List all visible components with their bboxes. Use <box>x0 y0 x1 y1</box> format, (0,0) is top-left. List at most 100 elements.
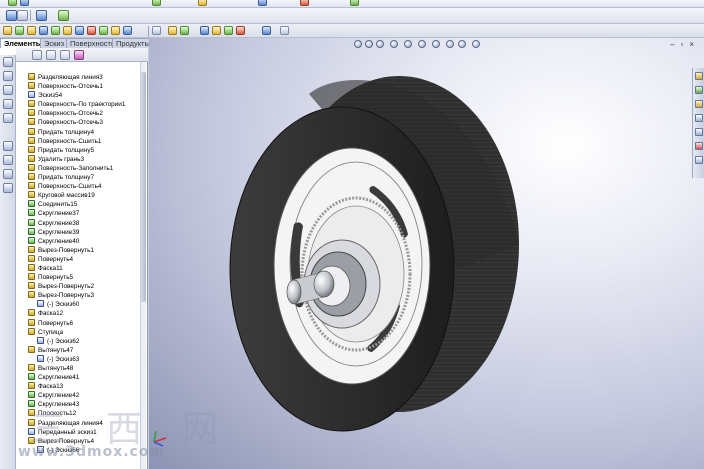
edit-appearance-icon[interactable] <box>446 40 454 48</box>
split-icon[interactable] <box>212 26 221 35</box>
display-style-icon[interactable] <box>418 40 426 48</box>
intersect-icon[interactable] <box>262 26 271 35</box>
tree-item[interactable]: Фаска13 <box>28 382 140 391</box>
curves-icon[interactable] <box>180 26 189 35</box>
design-library-icon[interactable] <box>695 86 703 94</box>
rectangle-icon[interactable] <box>3 85 13 95</box>
options-icon[interactable] <box>198 0 207 6</box>
tree-item[interactable]: Скругление37 <box>28 209 140 218</box>
zoom-to-fit-icon[interactable] <box>354 40 362 48</box>
tree-item[interactable]: Поверхность-Сшить1 <box>28 136 140 146</box>
hide-show-icon[interactable] <box>432 40 440 48</box>
rebuild-icon[interactable] <box>152 0 161 6</box>
loft-icon[interactable] <box>39 26 48 35</box>
tree-item[interactable]: +Повернуть6 <box>28 318 140 328</box>
display-icon[interactable] <box>58 10 69 21</box>
feature-tree-icon[interactable] <box>32 50 42 60</box>
draft-icon[interactable] <box>99 26 108 35</box>
view-orientation-icon[interactable] <box>404 40 412 48</box>
scrollbar-thumb[interactable] <box>141 72 146 302</box>
new-icon[interactable] <box>8 0 17 6</box>
spline-icon[interactable] <box>3 141 13 151</box>
tree-item[interactable]: (-) Эскиз60 <box>28 300 140 309</box>
custom-properties-icon[interactable] <box>695 156 703 164</box>
mirror-entities-icon[interactable] <box>3 183 13 193</box>
revolve-icon[interactable] <box>15 26 24 35</box>
tree-item[interactable]: Поверхность-Отсечь2 <box>28 109 140 118</box>
help-icon[interactable] <box>300 0 309 6</box>
tree-item[interactable]: Фаска12 <box>28 309 140 318</box>
tree-item[interactable]: Скругление39 <box>28 227 140 237</box>
tab-sketch[interactable]: Эскиз <box>40 38 69 48</box>
property-manager-icon[interactable] <box>46 50 56 60</box>
tree-item[interactable]: Круговой массив19 <box>28 191 140 200</box>
rib-icon[interactable] <box>87 26 96 35</box>
arc-icon[interactable] <box>3 113 13 123</box>
tree-item[interactable]: +Ступица <box>28 327 140 337</box>
line-icon[interactable] <box>3 71 13 81</box>
pattern-icon[interactable] <box>152 26 161 35</box>
section-icon[interactable] <box>280 26 289 35</box>
tree-item[interactable]: +Вытянуть47 <box>28 345 140 355</box>
tree-item[interactable]: Удалить грань3 <box>28 154 140 164</box>
appearances-icon[interactable] <box>695 142 703 150</box>
display-manager-icon[interactable] <box>74 50 84 60</box>
move-face-icon[interactable] <box>224 26 233 35</box>
hole-icon[interactable] <box>111 26 120 35</box>
tree-item[interactable]: +Повернуть5 <box>28 273 140 282</box>
window-controls[interactable]: –▫× <box>670 40 700 49</box>
chamfer-icon[interactable] <box>63 26 72 35</box>
shell-icon[interactable] <box>75 26 84 35</box>
view-icon[interactable] <box>350 0 359 6</box>
tree-item[interactable]: Разделяющая линия3 <box>28 73 140 82</box>
smart-dimension-icon[interactable] <box>17 10 28 21</box>
trim-icon[interactable] <box>3 169 13 179</box>
tree-item[interactable]: Поверхность-Заполнить1 <box>28 163 140 173</box>
tree-item[interactable]: Придать толщину4 <box>28 127 140 137</box>
file-explorer-icon[interactable] <box>695 100 703 108</box>
tree-item[interactable]: Поверхность-Отсечь3 <box>28 118 140 127</box>
configuration-manager-icon[interactable] <box>60 50 70 60</box>
tree-item[interactable]: +Поверхность-По траектории1 <box>28 100 140 109</box>
instant3d-icon[interactable] <box>200 26 209 35</box>
tree-item[interactable]: +Вытянуть48 <box>28 364 140 373</box>
circle-icon[interactable] <box>3 99 13 109</box>
zoom-to-area-icon[interactable] <box>365 40 373 48</box>
apply-scene-icon[interactable] <box>458 40 466 48</box>
tree-item[interactable]: +Повернуть4 <box>28 254 140 264</box>
tree-item[interactable]: Скругление40 <box>28 236 140 246</box>
mirror-icon[interactable] <box>123 26 132 35</box>
tree-item[interactable]: Эскиз54 <box>28 91 140 100</box>
point-icon[interactable] <box>3 155 13 165</box>
tree-item[interactable]: Скругление38 <box>28 218 140 228</box>
edit-sketch-icon[interactable] <box>36 10 47 21</box>
tree-item[interactable]: Соединить15 <box>28 200 140 209</box>
open-icon[interactable] <box>20 0 29 6</box>
zoom-icon[interactable] <box>258 0 267 6</box>
delete-face-icon[interactable] <box>236 26 245 35</box>
tree-item[interactable]: +Вырез-Повернуть3 <box>28 291 140 300</box>
extrude-icon[interactable] <box>3 26 12 35</box>
sweep-icon[interactable] <box>27 26 36 35</box>
view-settings-icon[interactable] <box>472 40 480 48</box>
fillet-icon[interactable] <box>51 26 60 35</box>
resources-icon[interactable] <box>695 72 703 80</box>
tree-item[interactable]: +Вырез-Повернуть1 <box>28 245 140 255</box>
search-icon[interactable] <box>695 114 703 122</box>
tree-item[interactable]: Придать толщину5 <box>28 145 140 155</box>
reference-geometry-icon[interactable] <box>168 26 177 35</box>
sketch-icon[interactable] <box>6 10 17 21</box>
previous-view-icon[interactable] <box>376 40 384 48</box>
tree-item[interactable]: Поверхность-Отсечь1 <box>28 82 140 91</box>
tree-item[interactable]: (-) Эскиз63 <box>28 354 140 364</box>
section-view-icon[interactable] <box>390 40 398 48</box>
tree-item[interactable]: Поверхность-Сшить4 <box>28 182 140 191</box>
smart-dimension-icon[interactable] <box>3 57 13 67</box>
tree-item[interactable]: Фаска11 <box>28 263 140 273</box>
tree-item[interactable]: Придать толщину7 <box>28 173 140 182</box>
tree-item[interactable]: +Вырез-Повернуть2 <box>28 282 140 291</box>
tree-item[interactable]: Скругление42 <box>28 391 140 400</box>
tree-item[interactable]: Скругление41 <box>28 373 140 382</box>
view-palette-icon[interactable] <box>695 128 703 136</box>
tree-item[interactable]: (-) Эскиз62 <box>28 336 140 346</box>
